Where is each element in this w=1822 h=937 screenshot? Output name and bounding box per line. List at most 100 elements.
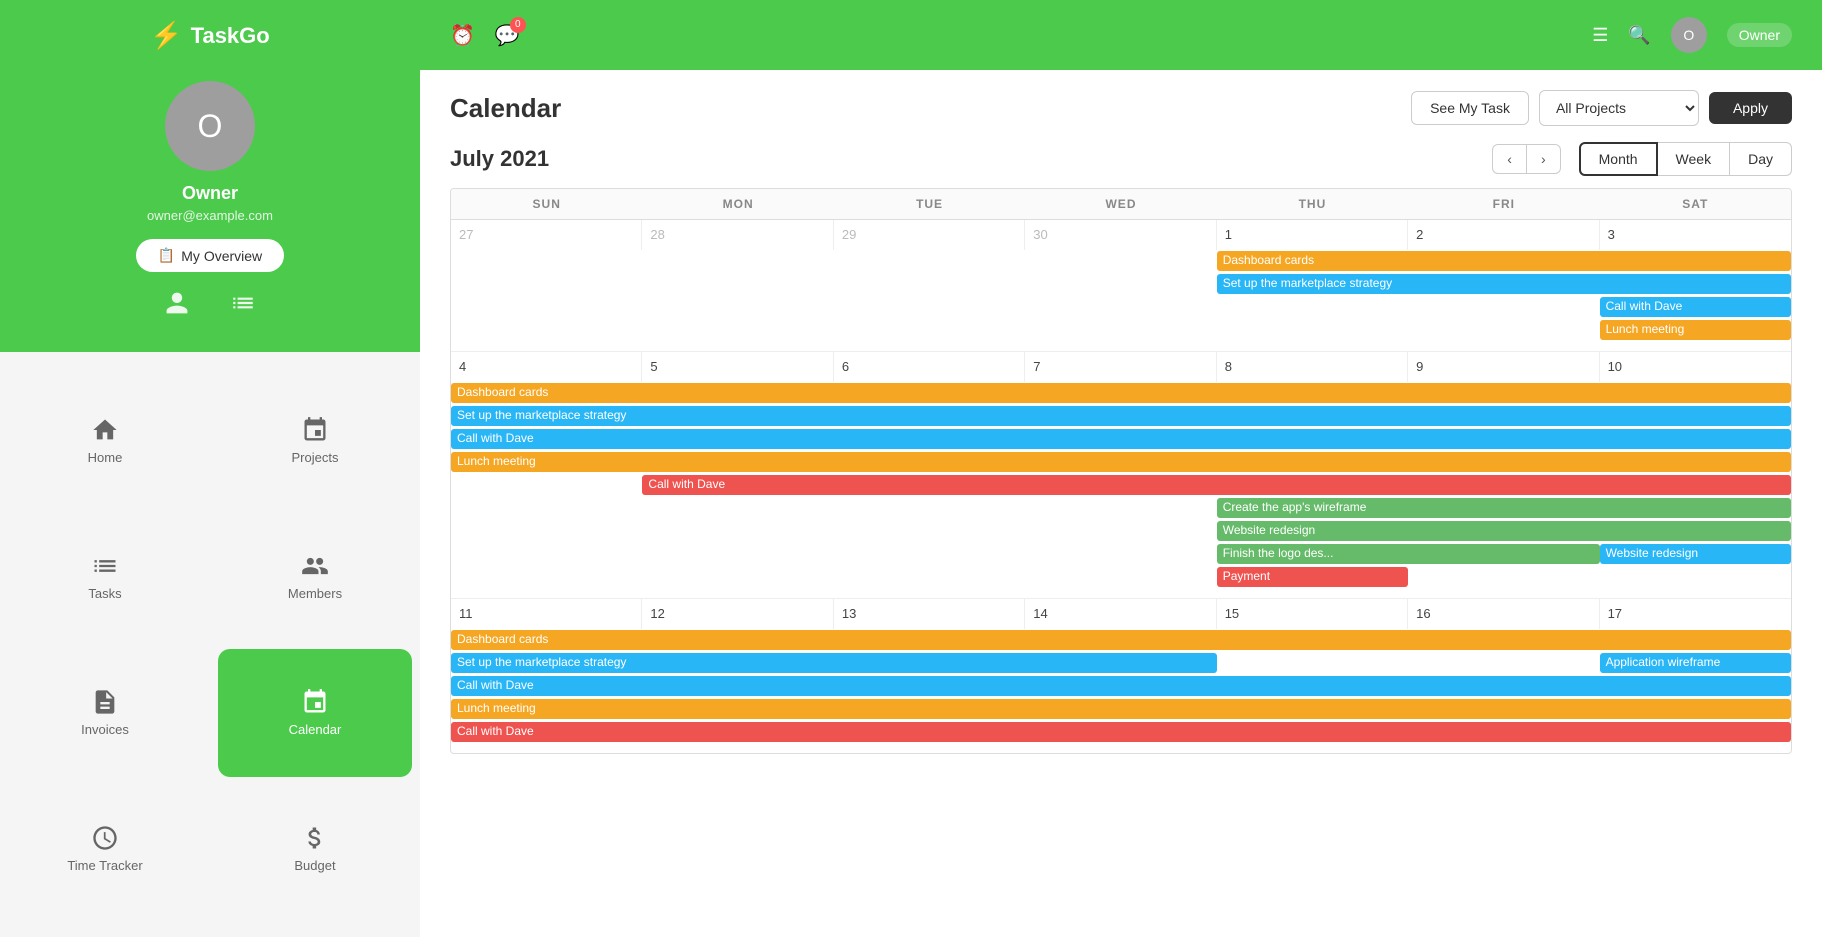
- sidebar-item-tasks[interactable]: Tasks: [8, 512, 202, 640]
- day-cell-12: 12: [642, 599, 833, 629]
- projects-select[interactable]: All Projects: [1539, 90, 1699, 126]
- day-cell-27: 27: [451, 220, 642, 250]
- brand: ⚡ TaskGo: [150, 0, 269, 81]
- day-cell-16: 16: [1408, 599, 1599, 629]
- days-header: SUN MON TUE WED THU FRI SAT: [451, 189, 1791, 220]
- list-icon[interactable]: [230, 290, 256, 322]
- event-callred-w2[interactable]: Call with Dave: [642, 475, 1791, 495]
- day-cell-29: 29: [834, 220, 1025, 250]
- day-sun: SUN: [451, 189, 642, 219]
- day-cell-3: 3: [1600, 220, 1791, 250]
- members-label: Members: [288, 586, 342, 601]
- calendar-week-3: 11 12 13 14 15 16 17 Dashboard cards: [451, 599, 1791, 753]
- calendar-header: Calendar See My Task All Projects Apply: [450, 90, 1792, 126]
- tasks-label: Tasks: [88, 586, 121, 601]
- day-cell-5: 5: [642, 352, 833, 382]
- see-my-task-button[interactable]: See My Task: [1411, 91, 1529, 125]
- day-sat: SAT: [1600, 189, 1791, 219]
- event-payment-w2[interactable]: Payment: [1217, 567, 1408, 587]
- day-cell-2: 2: [1408, 220, 1599, 250]
- calendar-title: Calendar: [450, 93, 561, 124]
- prev-month-button[interactable]: ‹: [1492, 144, 1527, 174]
- event-lunch-w2[interactable]: Lunch meeting: [451, 452, 1791, 472]
- day-cell-15: 15: [1217, 599, 1408, 629]
- event-lunch-w3[interactable]: Lunch meeting: [451, 699, 1791, 719]
- calendar-grid: SUN MON TUE WED THU FRI SAT 27 28 29 30 …: [450, 188, 1792, 754]
- sidebar-nav: Home Projects Tasks Members Invoices Cal…: [0, 352, 420, 937]
- sidebar-item-calendar[interactable]: Calendar: [218, 649, 412, 777]
- topbar: ⏰ 💬 0 ☰ 🔍 O Owner: [420, 0, 1822, 70]
- sidebar-item-members[interactable]: Members: [218, 512, 412, 640]
- day-cell-9: 9: [1408, 352, 1599, 382]
- event-callwithdave-w1[interactable]: Call with Dave: [1600, 297, 1791, 317]
- day-cell-10: 10: [1600, 352, 1791, 382]
- event-dashboard-w3[interactable]: Dashboard cards: [451, 630, 1791, 650]
- day-thu: THU: [1217, 189, 1408, 219]
- sidebar-item-timetracker[interactable]: Time Tracker: [8, 785, 202, 913]
- brand-icon: ⚡: [150, 20, 182, 51]
- event-finishlogo-w2[interactable]: Finish the logo des...: [1217, 544, 1600, 564]
- search-icon[interactable]: 🔍: [1628, 25, 1650, 46]
- day-cell-14: 14: [1025, 599, 1216, 629]
- topbar-avatar: O: [1671, 17, 1707, 53]
- menu-icon[interactable]: ☰: [1592, 25, 1608, 46]
- week3-day-nums: 11 12 13 14 15 16 17: [451, 599, 1791, 629]
- next-month-button[interactable]: ›: [1527, 144, 1561, 174]
- budget-label: Budget: [294, 858, 335, 873]
- day-cell-13: 13: [834, 599, 1025, 629]
- view-week-button[interactable]: Week: [1658, 142, 1731, 176]
- sidebar-item-invoices[interactable]: Invoices: [8, 649, 202, 777]
- event-callred-w3[interactable]: Call with Dave: [451, 722, 1791, 742]
- day-cell-30: 30: [1025, 220, 1216, 250]
- home-label: Home: [88, 450, 123, 465]
- topbar-username: Owner: [1727, 23, 1792, 47]
- day-cell-1: 1: [1217, 220, 1408, 250]
- chat-badge: 0: [510, 17, 526, 33]
- event-websiteredesign-w2[interactable]: Website redesign: [1217, 521, 1791, 541]
- month-label: July 2021: [450, 146, 549, 172]
- day-cell-7: 7: [1025, 352, 1216, 382]
- sidebar-item-projects[interactable]: Projects: [218, 376, 412, 504]
- main-content: ⏰ 💬 0 ☰ 🔍 O Owner Calendar See My Task A…: [420, 0, 1822, 937]
- overview-icon: 📋: [158, 247, 175, 264]
- day-fri: FRI: [1408, 189, 1599, 219]
- user-email: owner@example.com: [147, 208, 273, 223]
- day-wed: WED: [1025, 189, 1216, 219]
- person-icon[interactable]: [164, 290, 190, 322]
- event-appwireframe-w3[interactable]: Application wireframe: [1600, 653, 1791, 673]
- day-cell-8: 8: [1217, 352, 1408, 382]
- day-cell-28: 28: [642, 220, 833, 250]
- event-callwithdave-w3[interactable]: Call with Dave: [451, 676, 1791, 696]
- event-dashboard-cards-w1[interactable]: Dashboard cards: [1217, 251, 1791, 271]
- day-cell-4: 4: [451, 352, 642, 382]
- sidebar: ⚡ TaskGo O Owner owner@example.com 📋 My …: [0, 0, 420, 937]
- event-marketplace-w3[interactable]: Set up the marketplace strategy: [451, 653, 1217, 673]
- event-wireframe-w2[interactable]: Create the app's wireframe: [1217, 498, 1791, 518]
- day-cell-6: 6: [834, 352, 1025, 382]
- calendar-week-2: 4 5 6 7 8 9 10 Dashboard cards: [451, 352, 1791, 599]
- event-callwithdave2-w2[interactable]: Call with Dave: [451, 429, 1791, 449]
- calendar-controls-top: See My Task All Projects Apply: [1411, 90, 1792, 126]
- day-cell-17: 17: [1600, 599, 1791, 629]
- event-marketplace-w2[interactable]: Set up the marketplace strategy: [451, 406, 1791, 426]
- clock-icon[interactable]: ⏰: [450, 23, 475, 48]
- calendar-label: Calendar: [289, 722, 342, 737]
- avatar: O: [165, 81, 255, 171]
- event-dashboard-w2[interactable]: Dashboard cards: [451, 383, 1791, 403]
- event-lunch-w1[interactable]: Lunch meeting: [1600, 320, 1791, 340]
- date-nav: July 2021 ‹ › Month Week Day: [450, 142, 1792, 176]
- timetracker-label: Time Tracker: [67, 858, 142, 873]
- week1-day-nums: 27 28 29 30 1 2 3: [451, 220, 1791, 250]
- day-tue: TUE: [834, 189, 1025, 219]
- apply-button[interactable]: Apply: [1709, 92, 1792, 124]
- sidebar-item-budget[interactable]: Budget: [218, 785, 412, 913]
- chat-icon[interactable]: 💬 0: [495, 23, 520, 48]
- overview-button[interactable]: 📋 My Overview: [136, 239, 284, 272]
- event-marketplace-w1[interactable]: Set up the marketplace strategy: [1217, 274, 1791, 294]
- event-websiteredesign2-w2[interactable]: Website redesign: [1600, 544, 1791, 564]
- view-month-button[interactable]: Month: [1579, 142, 1658, 176]
- view-day-button[interactable]: Day: [1730, 142, 1792, 176]
- sidebar-item-home[interactable]: Home: [8, 376, 202, 504]
- user-name: Owner: [182, 183, 238, 204]
- view-controls: Month Week Day: [1579, 142, 1792, 176]
